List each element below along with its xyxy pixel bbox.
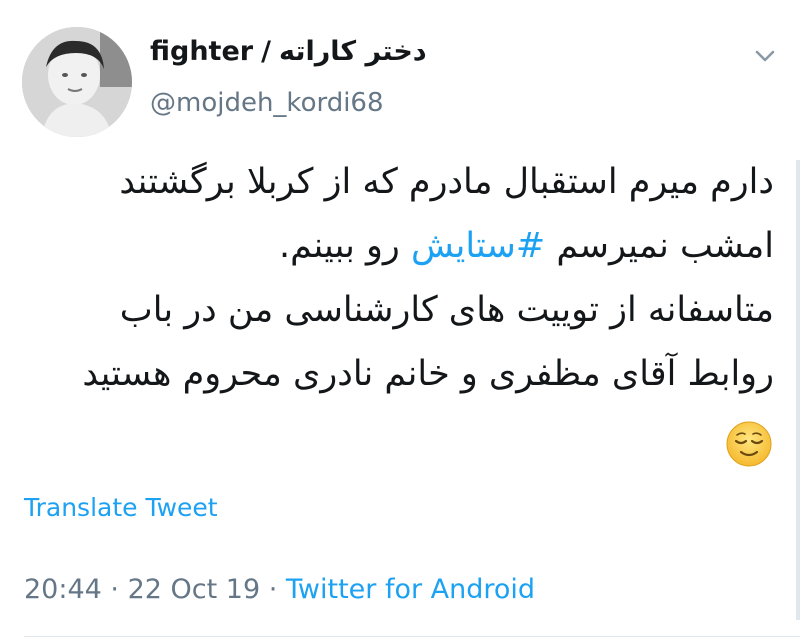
avatar-photo [22,27,132,137]
tweet-line: امشب نمیرسم #ستایش رو ببینم. [22,214,774,278]
hashtag-link[interactable]: #ستایش [411,226,545,266]
tweet-date: 22 Oct 19 [127,574,261,605]
tweet-source-link[interactable]: Twitter for Android [286,574,535,605]
tweet-text-segment: امشب نمیرسم [556,226,774,266]
tweet-text-segment: رو ببینم. [279,226,400,266]
avatar[interactable] [22,27,132,137]
display-name-fa: دختر کاراته [278,36,427,67]
tweet-text: دارم میرم استقبال مادرم که از کربلا برگش… [22,150,774,406]
relieved-face-emoji [725,420,773,468]
user-handle[interactable]: @mojdeh_kordi68 [150,88,384,118]
display-name[interactable]: fighter / دختر کاراته [150,36,427,67]
tweet-meta: 20:44 · 22 Oct 19 · Twitter for Android [24,574,535,605]
scrollbar-track [796,160,800,620]
meta-separator: · [260,574,286,605]
chevron-down-icon[interactable] [752,46,778,66]
translate-tweet-link[interactable]: Translate Tweet [24,493,218,522]
display-name-en: fighter [150,36,254,67]
tweet-line: متاسفانه از توییت های کارشناسی من در باب [119,290,774,330]
meta-separator: · [101,574,128,605]
tweet-time: 20:44 [24,574,102,605]
display-name-separator: / [261,36,271,67]
tweet-line: روابط آقای مظفری و خانم نادری محروم هستی… [82,354,774,394]
tweet-line: دارم میرم استقبال مادرم که از کربلا برگش… [119,162,774,202]
divider [24,636,800,637]
